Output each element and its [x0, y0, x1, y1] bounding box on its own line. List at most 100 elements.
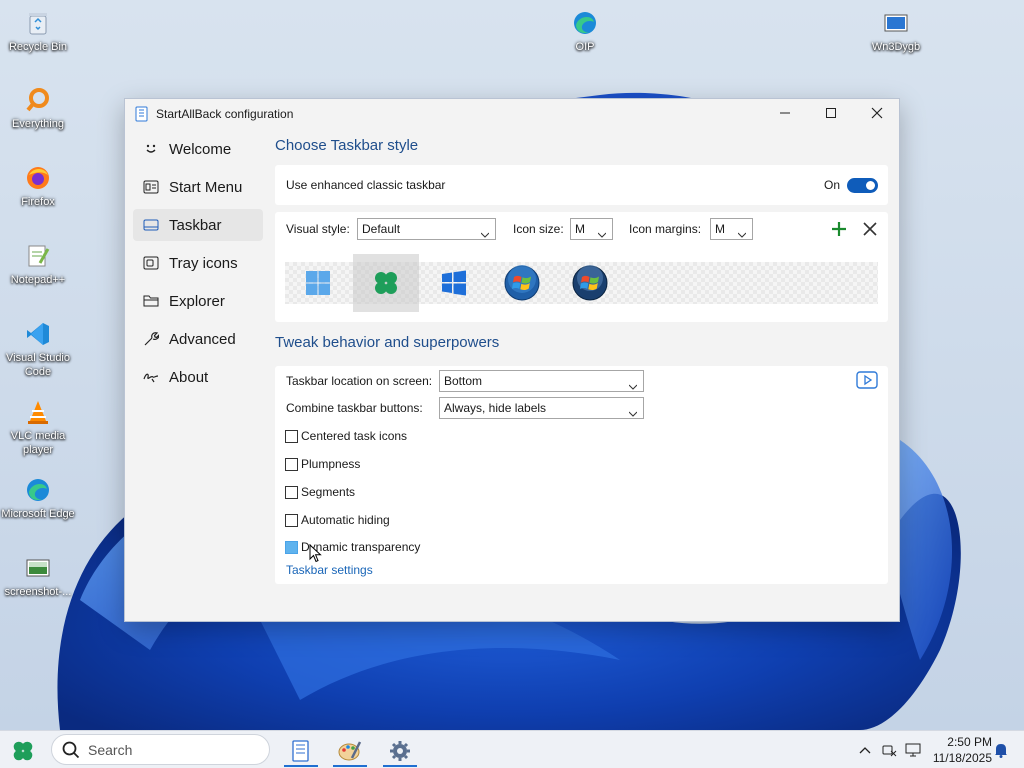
desktop-icon-wn3dygb[interactable]: Wn3Dygb [858, 8, 934, 54]
sidebar-nav: Welcome Start Menu Taskbar Tray icons Ex… [133, 133, 263, 399]
sidebar-item-start-menu[interactable]: Start Menu [133, 171, 263, 203]
start-menu-icon [143, 179, 159, 195]
vlc-icon [23, 397, 53, 427]
maximize-button[interactable] [808, 99, 854, 127]
clock-date: 11/18/2025 [932, 751, 992, 765]
style-option-clover[interactable] [353, 254, 419, 312]
desktop-icon-screenshot[interactable]: screenshot-... [0, 553, 76, 599]
taskbar-style-heading: Choose Taskbar style [275, 137, 419, 154]
visual-style-card: Visual style: Default Icon size: M Icon … [275, 212, 888, 322]
location-value: Bottom [444, 374, 483, 388]
tray-network-icon[interactable] [880, 731, 900, 768]
desktop-icon-label: screenshot-... [4, 586, 72, 598]
sidebar-item-label: About [169, 368, 209, 386]
desktop-icon-label: OIP [575, 41, 595, 53]
close-button[interactable] [854, 99, 900, 127]
enhanced-taskbar-state: On [824, 178, 841, 192]
checkbox[interactable] [285, 457, 298, 471]
video-help-button[interactable] [856, 371, 878, 392]
firefox-icon [23, 163, 53, 193]
monitor-icon [905, 743, 921, 757]
clock-time: 2:50 PM [947, 735, 992, 749]
style-option-windows-vista[interactable] [557, 262, 623, 304]
checkbox-segments[interactable]: Segments [285, 484, 355, 500]
icon-size-label: Icon size: [513, 222, 564, 236]
checkbox[interactable] [285, 485, 298, 499]
chevron-down-icon [597, 225, 607, 238]
taskbar-app-paint[interactable] [331, 734, 369, 767]
sidebar-item-label: Explorer [169, 292, 225, 310]
taskbar-app-startallback[interactable] [282, 734, 320, 767]
sidebar-item-tray-icons[interactable]: Tray icons [133, 247, 263, 279]
style-option-windows-10[interactable] [421, 262, 487, 304]
image-file-icon [23, 553, 53, 583]
sidebar-item-label: Taskbar [169, 216, 222, 234]
enhanced-taskbar-card: Use enhanced classic taskbar On [275, 165, 888, 205]
sidebar-item-label: Advanced [169, 330, 236, 348]
desktop-icon-everything[interactable]: Everything [0, 85, 76, 131]
checkbox[interactable] [285, 513, 298, 527]
enhanced-taskbar-toggle[interactable] [847, 178, 878, 193]
location-select[interactable]: Bottom [439, 370, 644, 392]
icon-margins-select[interactable]: M [710, 218, 753, 240]
enhanced-taskbar-label: Use enhanced classic taskbar [286, 178, 446, 192]
everything-search-icon [23, 85, 53, 115]
desktop-icon-label: Microsoft Edge [1, 508, 75, 520]
notifications-button[interactable] [992, 731, 1010, 768]
desktop-icon-firefox[interactable]: Firefox [0, 163, 76, 209]
window-title: StartAllBack configuration [156, 107, 294, 121]
edge-file-icon [570, 8, 600, 38]
x-icon [863, 222, 877, 236]
checkbox-dynamic-transparency[interactable]: Dynamic transparency [285, 539, 420, 555]
vscode-icon [23, 319, 53, 349]
checkbox[interactable] [285, 429, 298, 443]
visual-style-select[interactable]: Default [357, 218, 496, 240]
main-panel: Choose Taskbar style Use enhanced classi… [275, 133, 888, 584]
checkbox[interactable] [285, 540, 298, 554]
desktop-icon-label: Notepad++ [10, 274, 66, 286]
checkbox-plumpness[interactable]: Plumpness [285, 456, 360, 472]
taskbar-settings-link[interactable]: Taskbar settings [286, 563, 373, 577]
checkbox-label: Plumpness [301, 457, 361, 471]
tray-display-icon[interactable] [903, 731, 923, 768]
desktop-icon-recycle-bin[interactable]: Recycle Bin [0, 8, 76, 54]
desktop-icon-oip[interactable]: OIP [547, 8, 623, 54]
paint-palette-icon [338, 740, 362, 760]
show-hidden-icons-button[interactable] [856, 731, 874, 768]
taskbar-search-box[interactable]: Search [51, 734, 270, 765]
sidebar-item-taskbar[interactable]: Taskbar [133, 209, 263, 241]
taskbar-clock[interactable]: 2:50 PM 11/18/2025 [926, 734, 992, 766]
desktop-icon-edge[interactable]: Microsoft Edge [0, 475, 76, 521]
style-option-windows-7[interactable] [489, 262, 555, 304]
search-placeholder: Search [88, 741, 133, 758]
combine-select[interactable]: Always, hide labels [439, 397, 644, 419]
chevron-up-icon [859, 747, 871, 754]
sidebar-item-explorer[interactable]: Explorer [133, 285, 263, 317]
checkbox-centered-task-icons[interactable]: Centered task icons [285, 428, 407, 444]
title-bar[interactable]: StartAllBack configuration [125, 99, 899, 129]
visual-style-label: Visual style: [286, 222, 350, 236]
sidebar-item-welcome[interactable]: Welcome [133, 133, 263, 165]
add-style-button[interactable] [831, 221, 847, 240]
desktop-icon-label: Visual Studio Code [5, 352, 70, 378]
sidebar-item-label: Welcome [169, 140, 232, 158]
desktop-icon-label: Firefox [21, 196, 55, 208]
start-button[interactable] [4, 734, 42, 767]
desktop-icon-vlc[interactable]: VLC media player [0, 397, 76, 457]
desktop-icon-notepad-plus-plus[interactable]: Notepad++ [0, 241, 76, 287]
sidebar-item-advanced[interactable]: Advanced [133, 323, 263, 355]
windows-11-logo-icon [306, 271, 330, 295]
desktop-icon-vscode[interactable]: Visual Studio Code [0, 319, 76, 379]
minimize-button[interactable] [762, 99, 808, 127]
style-option-windows-11[interactable] [285, 262, 351, 304]
bell-icon [995, 744, 1007, 758]
checkbox-automatic-hiding[interactable]: Automatic hiding [285, 512, 390, 528]
taskbar-app-settings[interactable] [381, 734, 419, 767]
sidebar-item-about[interactable]: About [133, 361, 263, 393]
windows-10-logo-icon [442, 270, 466, 296]
remove-style-button[interactable] [863, 222, 877, 239]
folder-icon [143, 293, 159, 309]
icon-size-select[interactable]: M [570, 218, 613, 240]
image-file-icon [881, 8, 911, 38]
location-label: Taskbar location on screen: [286, 374, 433, 388]
